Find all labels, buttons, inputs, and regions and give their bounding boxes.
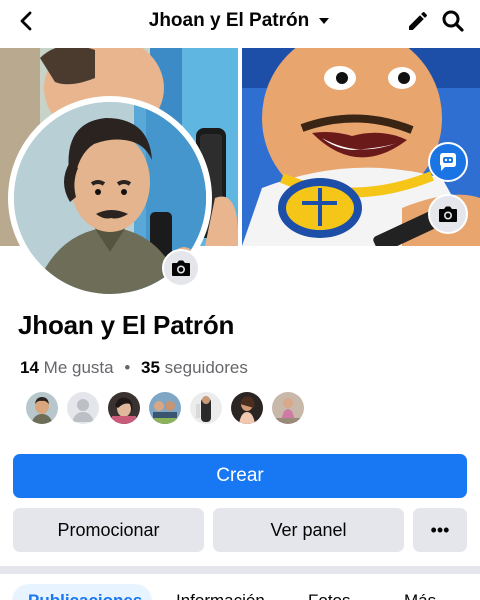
view-panel-button[interactable]: Ver panel [213,508,404,552]
likes-count: 14 [20,358,39,377]
follower-avatar[interactable] [188,390,224,426]
tab-photos[interactable]: Fotos [308,584,351,600]
follower-avatars[interactable] [24,390,311,428]
tab-posts[interactable]: Publicaciones [12,584,152,600]
page-stats[interactable]: 14 Me gusta • 35 seguidores [20,358,248,378]
camera-icon [439,206,457,222]
follower-avatar[interactable] [24,390,60,426]
messenger-bot-icon [440,153,456,171]
edit-cover-photo-button[interactable] [428,194,468,234]
stats-separator: • [124,358,131,377]
tab-more[interactable]: Más [404,584,436,600]
search-icon [442,10,464,32]
follower-avatar[interactable] [229,390,265,426]
camera-icon [172,260,190,276]
followers-label: seguidores [164,358,248,377]
arrow-back-icon [20,11,32,31]
top-nav-bar: Jhoan y El Patrón [0,0,480,44]
caret-down-icon[interactable] [317,14,331,28]
create-button[interactable]: Crear [13,454,467,498]
follower-avatar[interactable] [147,390,183,426]
messenger-button[interactable] [428,142,468,182]
back-button[interactable] [12,6,42,36]
more-options-button[interactable]: ••• [413,508,467,552]
tab-info[interactable]: Información [176,584,265,600]
follower-avatar[interactable] [106,390,142,426]
profile-tabs: Publicaciones Información Fotos Más [0,580,480,600]
edit-button[interactable] [403,6,433,36]
page-title-switcher[interactable]: Jhoan y El Patrón [149,10,309,32]
pencil-icon [409,12,427,30]
section-divider [0,566,480,574]
page-name: Jhoan y El Patrón [18,310,235,340]
follower-avatar[interactable] [65,390,101,426]
follower-avatar[interactable] [270,390,306,426]
edit-profile-picture-button[interactable] [162,249,200,287]
followers-count: 35 [141,358,160,377]
likes-label: Me gusta [43,358,114,377]
search-button[interactable] [438,6,468,36]
promote-button[interactable]: Promocionar [13,508,204,552]
